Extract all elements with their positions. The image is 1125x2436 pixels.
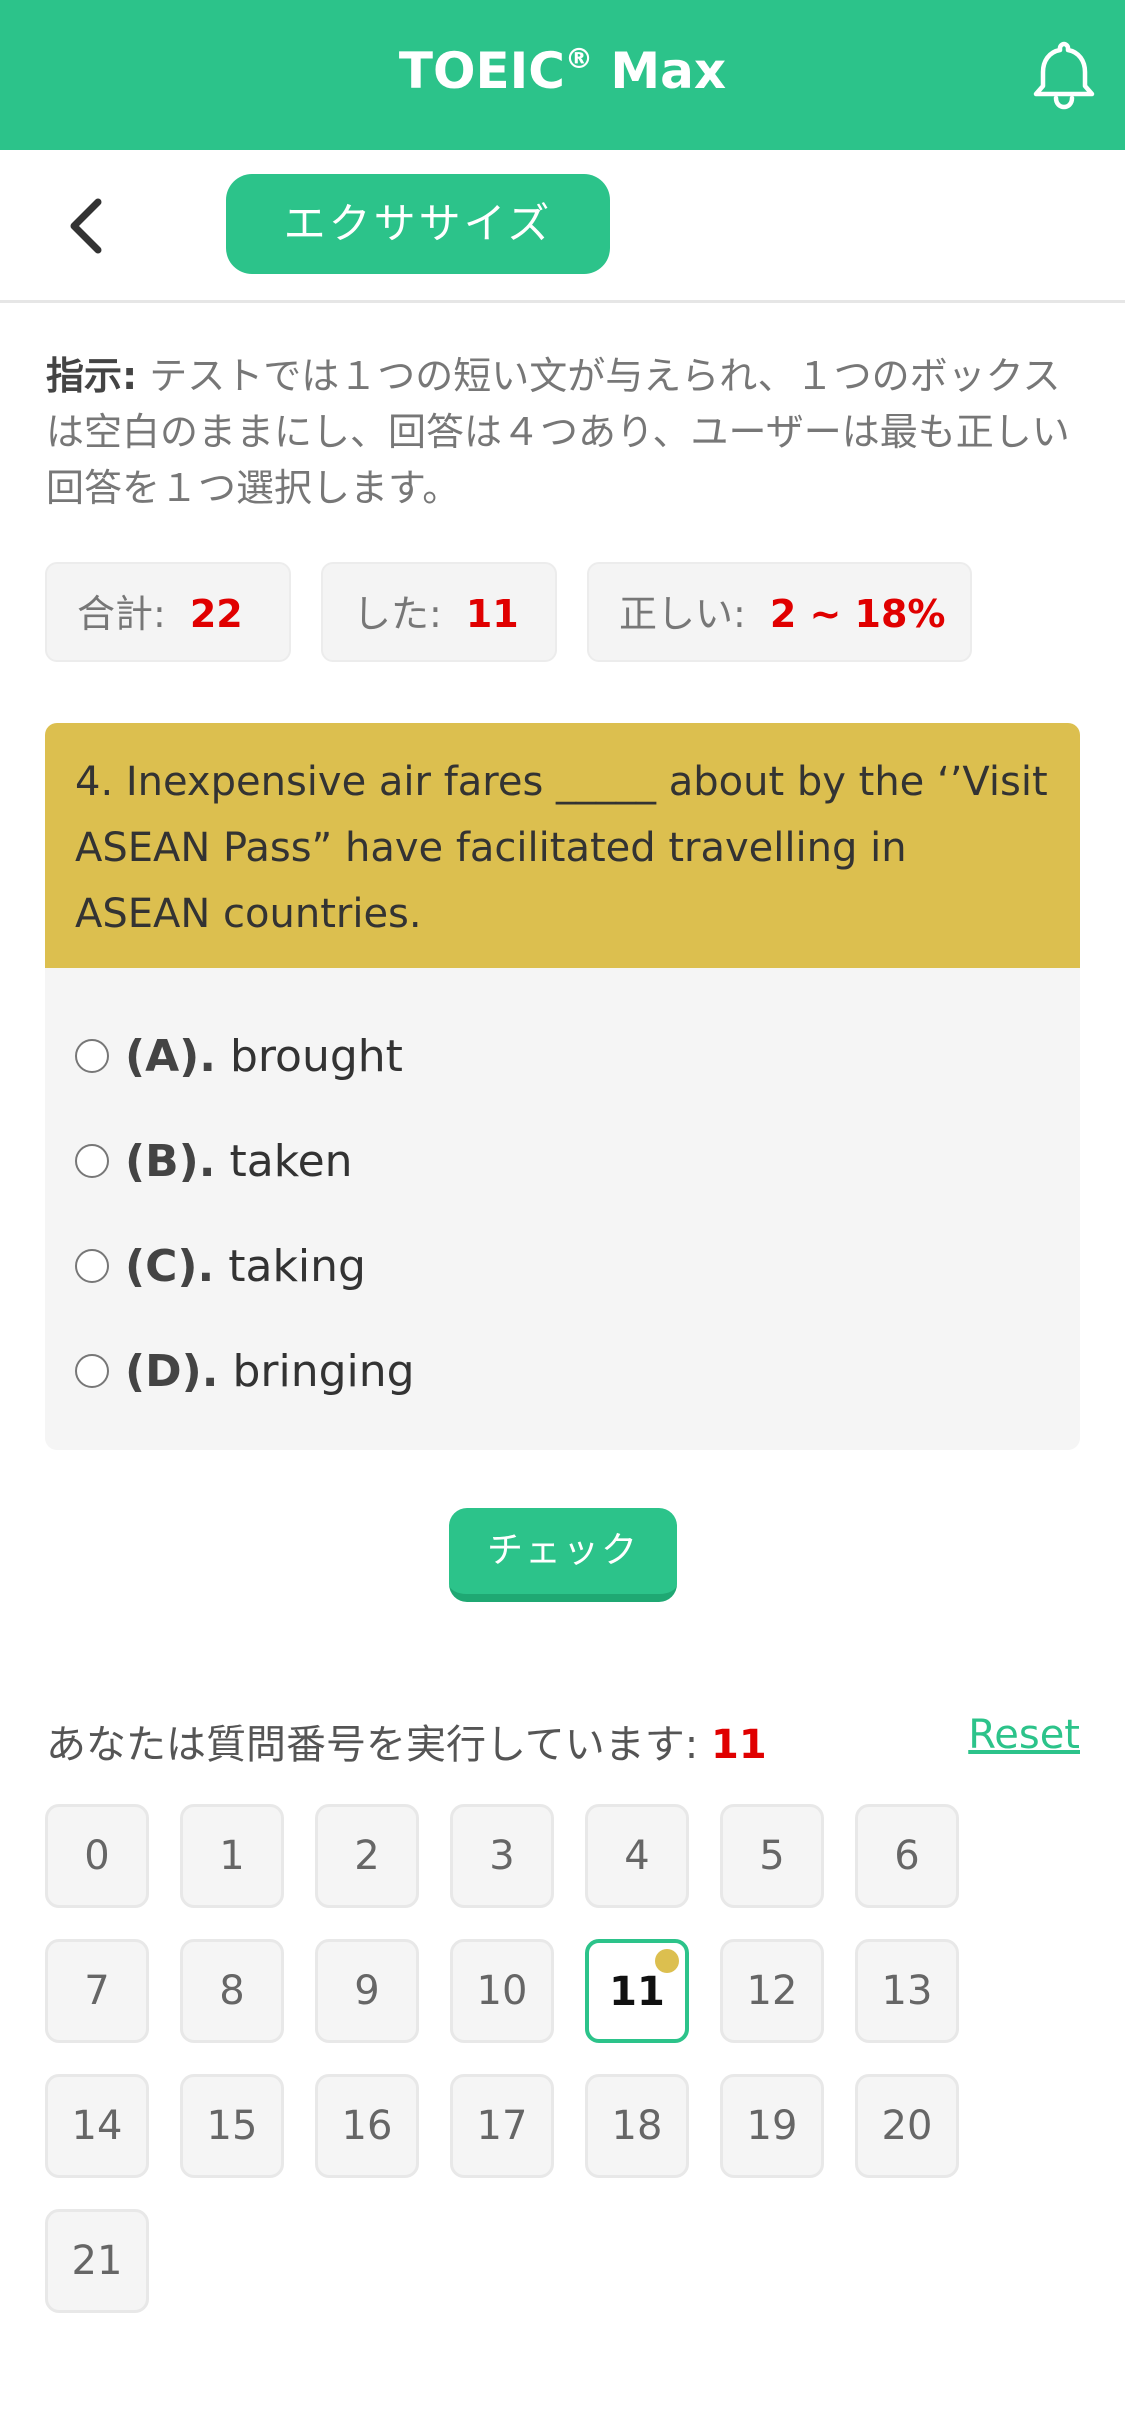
question-number-label: 20 xyxy=(881,2103,933,2149)
question-number-label: 13 xyxy=(881,1968,933,2014)
question-number-label: 4 xyxy=(624,1833,650,1879)
option-d[interactable]: (D). bringing xyxy=(75,1337,415,1407)
stat-total: 合計: 22 xyxy=(45,562,291,662)
question-number-label: 10 xyxy=(476,1968,528,2014)
question-number-7[interactable]: 7 xyxy=(45,1939,149,2043)
question-number-label: 11 xyxy=(609,1969,665,2015)
question-number-18[interactable]: 18 xyxy=(585,2074,689,2178)
stat-correct: 正しい: 2 ~ 18% xyxy=(587,562,972,662)
question-number-label: 14 xyxy=(71,2103,123,2149)
question-number-label: 21 xyxy=(71,2238,123,2284)
radio-button[interactable] xyxy=(75,1354,109,1388)
question-number-label: 6 xyxy=(894,1833,920,1879)
question-number-17[interactable]: 17 xyxy=(450,2074,554,2178)
question-number-label: 9 xyxy=(354,1968,380,2014)
question-number-2[interactable]: 2 xyxy=(315,1804,419,1908)
question-number-label: 7 xyxy=(84,1968,110,2014)
question-number-label: 17 xyxy=(476,2103,528,2149)
question-number-14[interactable]: 14 xyxy=(45,2074,149,2178)
question-number-1[interactable]: 1 xyxy=(180,1804,284,1908)
question-text: 4. Inexpensive air fares _____ about by … xyxy=(45,723,1080,968)
question-number-16[interactable]: 16 xyxy=(315,2074,419,2178)
option-c[interactable]: (C). taking xyxy=(75,1232,366,1302)
question-number-3[interactable]: 3 xyxy=(450,1804,554,1908)
answer-options: (A). brought (B). taken (C). taking (D). bri… xyxy=(45,968,1080,1450)
question-number-6[interactable]: 6 xyxy=(855,1804,959,1908)
stat-done: した: 11 xyxy=(321,562,557,662)
question-number-label: 0 xyxy=(84,1833,110,1879)
question-number-label: 8 xyxy=(219,1968,245,2014)
radio-button[interactable] xyxy=(75,1144,109,1178)
reset-link[interactable]: Reset xyxy=(968,1712,1080,1758)
bell-icon[interactable] xyxy=(1029,38,1099,110)
question-number-15[interactable]: 15 xyxy=(180,2074,284,2178)
question-number-label: 19 xyxy=(746,2103,798,2149)
question-number-label: 18 xyxy=(611,2103,663,2149)
question-number-4[interactable]: 4 xyxy=(585,1804,689,1908)
question-number-9[interactable]: 9 xyxy=(315,1939,419,2043)
question-number-label: 16 xyxy=(341,2103,393,2149)
question-number-21[interactable]: 21 xyxy=(45,2209,149,2313)
instruction-label: 指示: xyxy=(46,354,138,398)
question-number-label: 15 xyxy=(206,2103,258,2149)
instruction-body: テストでは１つの短い文が与えられ、１つのボックスは空白のままにし、回答は４つあり… xyxy=(46,354,1070,510)
question-number-label: 1 xyxy=(219,1833,245,1879)
option-a[interactable]: (A). brought xyxy=(75,1022,403,1092)
question-number-0[interactable]: 0 xyxy=(45,1804,149,1908)
question-number-13[interactable]: 13 xyxy=(855,1939,959,2043)
current-question-number: 11 xyxy=(711,1722,767,1768)
question-number-5[interactable]: 5 xyxy=(720,1804,824,1908)
question-number-8[interactable]: 8 xyxy=(180,1939,284,2043)
question-number-label: 5 xyxy=(759,1833,785,1879)
current-indicator-dot xyxy=(655,1949,679,1973)
radio-button[interactable] xyxy=(75,1039,109,1073)
question-number-label: 2 xyxy=(354,1833,380,1879)
progress-text: あなたは質問番号を実行しています: 11 xyxy=(46,1722,767,1768)
question-number-label: 3 xyxy=(489,1833,515,1879)
app-header: TOEIC® Max xyxy=(0,0,1125,150)
sub-header: エクササイズ xyxy=(0,150,1125,303)
exercise-button[interactable]: エクササイズ xyxy=(226,174,610,274)
check-button[interactable]: チェック xyxy=(449,1508,677,1602)
question-number-11[interactable]: 11 xyxy=(585,1939,689,2043)
app-title: TOEIC® Max xyxy=(398,42,727,100)
option-b[interactable]: (B). taken xyxy=(75,1127,353,1197)
question-number-12[interactable]: 12 xyxy=(720,1939,824,2043)
instruction-text: 指示: テストでは１つの短い文が与えられ、１つのボックスは空白のままにし、回答は… xyxy=(46,348,1080,516)
chevron-left-icon[interactable] xyxy=(62,194,112,258)
question-number-10[interactable]: 10 xyxy=(450,1939,554,2043)
question-number-19[interactable]: 19 xyxy=(720,2074,824,2178)
question-number-label: 12 xyxy=(746,1968,798,2014)
question-number-20[interactable]: 20 xyxy=(855,2074,959,2178)
radio-button[interactable] xyxy=(75,1249,109,1283)
